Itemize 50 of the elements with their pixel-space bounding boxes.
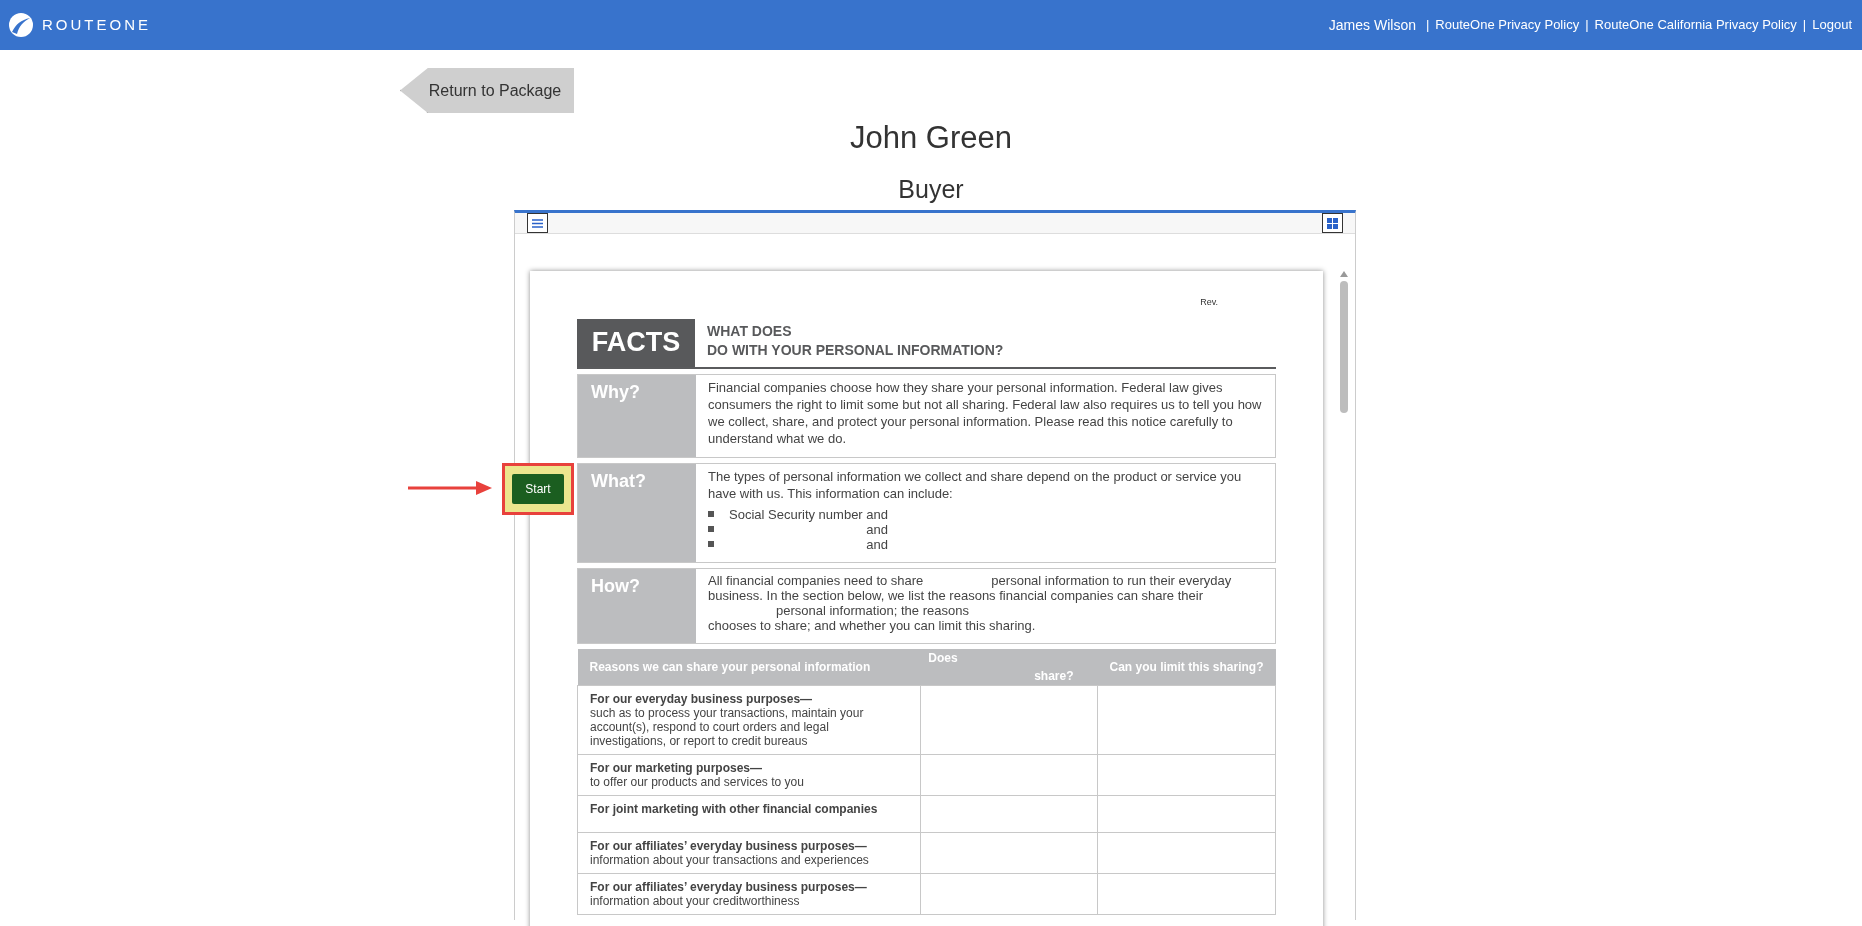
user-name: James Wilson	[1328, 15, 1416, 35]
section-text: Financial companies choose how they share your personal information. Federal law gives consumers the right to limit some but not all sharing. Federal law also requires us to tell you how we collect, share, and protect your personal information. Please read this notice carefully to understand what we do.	[708, 378, 1263, 447]
bullet-text: and	[865, 521, 888, 537]
separator: |	[1802, 16, 1807, 35]
row-title: For our marketing purposes—	[590, 760, 764, 775]
section-text: All financial companies need to share	[708, 572, 924, 588]
facts-label: FACTS	[577, 318, 695, 367]
bullet-icon	[708, 511, 714, 517]
facts-title: WHAT DOES	[707, 321, 793, 341]
row-title: For joint marketing with other financial companies	[590, 801, 879, 816]
bullet-text: Social Security number and	[728, 506, 888, 522]
header-link[interactable]: RouteOne California Privacy Policy	[1594, 15, 1797, 35]
row-title: For our affiliates’ everyday business purposes—	[590, 838, 868, 853]
section-text: business. In the section below, we list the reasons financial companies can share their	[708, 587, 1203, 603]
row-detail: information about your transactions and experiences	[590, 852, 870, 867]
scroll-up-icon	[1340, 271, 1348, 277]
row-detail: to offer our products and services to you	[590, 774, 805, 789]
bullet-icon	[708, 541, 714, 547]
separator: |	[1425, 16, 1430, 35]
start-button[interactable]: Start	[512, 474, 564, 504]
row-title: For our everyday business purposes—	[590, 691, 814, 706]
section-text: chooses to share; and whether you can limit this sharing.	[708, 617, 1036, 633]
section-label: How?	[591, 575, 640, 596]
bullet-icon	[708, 526, 714, 532]
section-text: personal information; the reasons	[776, 602, 969, 618]
section-label: Why?	[591, 381, 640, 402]
row-detail: information about your creditworthiness	[590, 893, 801, 908]
header-link[interactable]: RouteOne Privacy Policy	[1435, 15, 1580, 35]
header-link[interactable]: Logout	[1812, 15, 1852, 35]
rev-label: Rev.	[1200, 296, 1218, 309]
separator: |	[1585, 16, 1589, 35]
menu-icon	[532, 218, 543, 228]
column-header: Reasons we can share your personal information	[577, 648, 921, 685]
thumbnails-button[interactable]	[1322, 213, 1343, 233]
bullet-text: and	[865, 536, 888, 552]
section-text: personal information to run their everyday	[991, 572, 1232, 588]
return-button[interactable]: Return to Package	[400, 68, 574, 113]
row-detail: such as to process your transactions, maintain your account(s), respond to court orders and legal investigations, or report to credit bureaus	[590, 705, 865, 748]
section-text: The types of personal information we collect and share depend on the product or service you have with us. This information can include:	[708, 467, 1243, 502]
row-title: For our affiliates’ everyday business purposes—	[590, 879, 868, 894]
section-label: What?	[591, 470, 646, 491]
column-header: Does share?	[920, 648, 1098, 685]
facts-title: DO WITH YOUR PERSONAL INFORMATION?	[707, 340, 1004, 360]
menu-button[interactable]	[527, 213, 548, 233]
column-header: Can you limit this sharing?	[1097, 648, 1276, 685]
grid-icon	[1327, 217, 1338, 229]
brand-name: ROUTEONE	[42, 14, 151, 35]
person-name: John Green	[850, 119, 1012, 157]
logo-icon	[8, 12, 34, 38]
person-role: Buyer	[898, 174, 964, 205]
